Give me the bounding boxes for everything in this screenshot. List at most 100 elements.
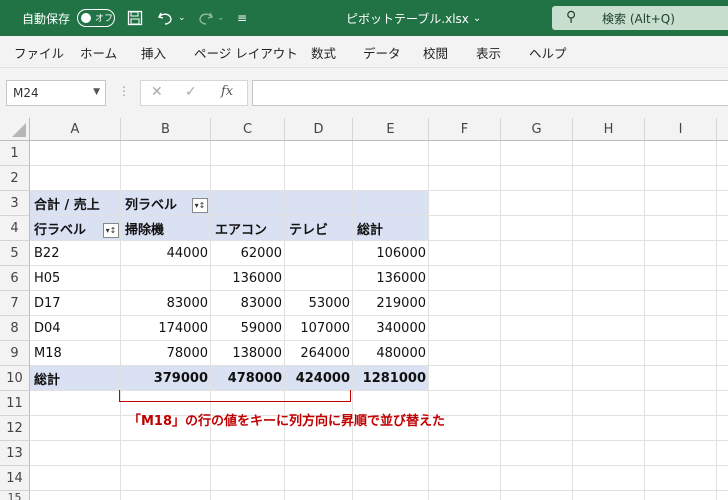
undo-icon[interactable] <box>157 0 175 36</box>
value-cell[interactable]: 62000 <box>211 241 282 266</box>
value-cell[interactable]: 264000 <box>285 341 350 366</box>
row-header-2[interactable]: 2 <box>0 166 30 191</box>
grand-total-cell[interactable]: 424000 <box>285 366 350 391</box>
formula-input[interactable] <box>252 80 728 106</box>
autosave-toggle[interactable]: オフ <box>77 9 115 27</box>
row-label-cell[interactable]: B22 <box>34 241 118 266</box>
formula-bar-splitter[interactable]: ⋮ <box>118 84 130 98</box>
chevron-down-icon: ⌄ <box>472 12 482 24</box>
value-cell[interactable]: 78000 <box>121 341 208 366</box>
column-filter-sort-icon[interactable]: ▾↕ <box>192 198 208 213</box>
file-name-text: ピボットテーブル.xlsx <box>346 11 469 26</box>
chevron-down-icon[interactable]: ▼ <box>93 87 100 97</box>
value-cell[interactable]: 53000 <box>285 291 350 316</box>
grand-total-cell[interactable]: 1281000 <box>353 366 426 391</box>
grand-total-label[interactable]: 総計 <box>34 366 118 391</box>
tab-home[interactable]: ホーム <box>80 36 117 68</box>
column-header-h[interactable]: H <box>573 118 645 141</box>
value-cell[interactable] <box>121 266 208 291</box>
column-header-b[interactable]: B <box>121 118 211 141</box>
column-header-cell[interactable]: エアコン <box>215 216 283 241</box>
column-header-cell[interactable]: 総計 <box>357 216 427 241</box>
value-cell[interactable]: 138000 <box>211 341 282 366</box>
column-header-partial[interactable] <box>717 118 728 141</box>
tab-help[interactable]: ヘルプ <box>529 36 567 68</box>
value-cell[interactable]: 83000 <box>211 291 282 316</box>
value-cell[interactable] <box>285 241 350 266</box>
pivot-column-labels[interactable]: 列ラベル <box>125 191 195 216</box>
redo-dropdown-icon[interactable]: ⌄ <box>217 0 225 36</box>
grand-total-cell[interactable]: 478000 <box>211 366 282 391</box>
value-cell[interactable]: 107000 <box>285 316 350 341</box>
row-filter-sort-icon[interactable]: ▾↕ <box>103 223 119 238</box>
select-all-corner[interactable] <box>0 118 30 141</box>
value-cell[interactable]: 340000 <box>353 316 426 341</box>
pivot-row-labels[interactable]: 行ラベル <box>34 216 104 241</box>
row-header-11[interactable]: 11 <box>0 391 30 416</box>
pivot-value-caption[interactable]: 合計 / 売上 <box>34 191 120 216</box>
column-header-c[interactable]: C <box>211 118 285 141</box>
tab-view[interactable]: 表示 <box>476 36 501 68</box>
undo-dropdown-icon[interactable]: ⌄ <box>178 0 186 36</box>
grand-total-cell[interactable]: 379000 <box>121 366 208 391</box>
tab-file[interactable]: ファイル <box>14 36 64 68</box>
row-header-8[interactable]: 8 <box>0 316 30 341</box>
value-cell[interactable]: 83000 <box>121 291 208 316</box>
insert-function-icon[interactable]: fx <box>221 84 233 99</box>
column-header-a[interactable]: A <box>30 118 121 141</box>
toggle-knob <box>81 13 91 23</box>
value-cell[interactable]: 174000 <box>121 316 208 341</box>
spreadsheet-grid[interactable]: A B C D E F G H I 1 2 3 4 5 6 7 8 9 10 1… <box>0 118 728 500</box>
gridline <box>572 141 573 500</box>
column-header-e[interactable]: E <box>353 118 429 141</box>
row-header-9[interactable]: 9 <box>0 341 30 366</box>
ribbon-tabs: ファイル ホーム 挿入 ページ レイアウト 数式 データ 校閲 表示 ヘルプ <box>0 36 728 68</box>
tab-data[interactable]: データ <box>363 36 401 68</box>
column-header-i[interactable]: I <box>645 118 717 141</box>
enter-icon[interactable]: ✓ <box>185 84 197 100</box>
row-header-1[interactable]: 1 <box>0 141 30 166</box>
row-header-3[interactable]: 3 <box>0 191 30 216</box>
file-name[interactable]: ピボットテーブル.xlsx ⌄ <box>346 0 481 36</box>
autosave-state: オフ <box>95 14 114 24</box>
name-box[interactable]: M24 ▼ <box>6 80 106 106</box>
column-header-cell[interactable]: テレビ <box>289 216 351 241</box>
row-label-cell[interactable]: D17 <box>34 291 118 316</box>
row-header-14[interactable]: 14 <box>0 466 30 491</box>
value-cell[interactable]: 136000 <box>353 266 426 291</box>
title-bar: 自動保存 オフ ⌄ ⌄ ≡ ピボットテーブル.xlsx ⌄ ⚲ 検索 (Alt+… <box>0 0 728 36</box>
value-cell[interactable]: 106000 <box>353 241 426 266</box>
row-header-4[interactable]: 4 <box>0 216 30 241</box>
redo-icon[interactable] <box>196 0 214 36</box>
gridline <box>428 141 429 500</box>
cancel-icon[interactable]: ✕ <box>151 84 163 100</box>
value-cell[interactable]: 136000 <box>211 266 282 291</box>
row-header-5[interactable]: 5 <box>0 241 30 266</box>
column-header-f[interactable]: F <box>429 118 501 141</box>
row-header-13[interactable]: 13 <box>0 441 30 466</box>
row-header-7[interactable]: 7 <box>0 291 30 316</box>
row-header-15[interactable]: 15 <box>0 491 30 500</box>
column-header-cell[interactable]: 掃除機 <box>125 216 209 241</box>
customize-toolbar-icon[interactable]: ≡ <box>237 0 247 36</box>
gridline <box>30 465 728 466</box>
row-label-cell[interactable]: H05 <box>34 266 118 291</box>
row-header-10[interactable]: 10 <box>0 366 30 391</box>
value-cell[interactable]: 480000 <box>353 341 426 366</box>
search-box[interactable]: ⚲ 検索 (Alt+Q) <box>552 6 728 30</box>
row-header-6[interactable]: 6 <box>0 266 30 291</box>
value-cell[interactable] <box>285 266 350 291</box>
column-header-g[interactable]: G <box>501 118 573 141</box>
tab-review[interactable]: 校閲 <box>423 36 448 68</box>
row-header-12[interactable]: 12 <box>0 416 30 441</box>
save-icon[interactable] <box>127 0 143 36</box>
row-label-cell[interactable]: M18 <box>34 341 118 366</box>
value-cell[interactable]: 219000 <box>353 291 426 316</box>
value-cell[interactable]: 44000 <box>121 241 208 266</box>
column-header-d[interactable]: D <box>285 118 353 141</box>
tab-page-layout[interactable]: ページ レイアウト <box>194 36 298 68</box>
tab-insert[interactable]: 挿入 <box>141 36 166 68</box>
tab-formulas[interactable]: 数式 <box>311 36 336 68</box>
row-label-cell[interactable]: D04 <box>34 316 118 341</box>
value-cell[interactable]: 59000 <box>211 316 282 341</box>
